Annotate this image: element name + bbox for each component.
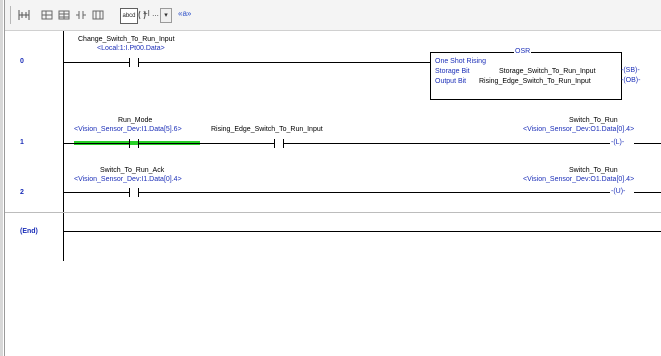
chevron-down-icon[interactable]: ▾ (160, 8, 172, 23)
rung-wire (139, 192, 610, 193)
osr-description: One Shot Rising (435, 58, 486, 65)
rung-wire (634, 192, 661, 193)
xic-contact[interactable] (129, 139, 139, 148)
xic-contact[interactable] (274, 139, 284, 148)
contact-tag[interactable]: Run_Mode (118, 117, 152, 124)
output-bit-label: Output Bit (435, 78, 467, 85)
rung-wire (634, 143, 661, 144)
rung-wire (139, 143, 274, 144)
storage-bit-output: -(SB)- (621, 67, 640, 74)
rung-wire (64, 62, 129, 63)
contact-tag[interactable]: Rising_Edge_Switch_To_Run_Input (211, 126, 323, 133)
contact-tag[interactable]: Switch_To_Run_Ack (100, 167, 164, 174)
end-rung-line (64, 231, 661, 232)
latch-coil[interactable]: -(L)- (611, 139, 624, 146)
toolbar-grip (10, 6, 11, 24)
rung-wire (64, 143, 129, 144)
rung-wire (284, 143, 610, 144)
osr-instruction-box[interactable]: OSR One Shot Rising Storage Bit Storage_… (430, 48, 622, 100)
storage-bit-value[interactable]: Storage_Switch_To_Run_Input (499, 68, 596, 75)
xic-contact[interactable] (129, 58, 139, 67)
coil-tag[interactable]: Switch_To_Run (569, 117, 618, 124)
unlatch-coil[interactable]: -(U)- (611, 188, 625, 195)
rung-wire (64, 192, 129, 193)
branch-icon[interactable] (40, 8, 54, 22)
output-bit-output: -(OB)- (621, 77, 641, 84)
tag-edit-label: abcd (122, 13, 136, 19)
rung-icon[interactable] (17, 8, 31, 22)
coil-tag[interactable]: Switch_To_Run (569, 167, 618, 174)
dropdown-label: +I ... (143, 9, 159, 18)
output-bit-value[interactable]: Rising_Edge_Switch_To_Run_Input (479, 78, 591, 85)
ladder-toolbar: abcd +I ... ▾ «a» (5, 0, 661, 31)
xic-icon[interactable] (74, 8, 88, 22)
coil-address: <Vision_Sensor_Dev:O1.Data[0].4> (523, 126, 635, 133)
rung-separator (5, 212, 661, 213)
xio-icon[interactable] (91, 8, 105, 22)
contact-tag[interactable]: Change_Switch_To_Run_Input (78, 36, 175, 43)
xic-contact[interactable] (129, 188, 139, 197)
rung-wire (139, 62, 430, 63)
branch-level-icon[interactable] (57, 8, 71, 22)
rung-number[interactable]: 0 (20, 58, 24, 65)
left-power-rail (63, 31, 64, 261)
end-rung-label[interactable]: (End) (20, 228, 38, 235)
contact-address: <Vision_Sensor_Dev:I1.Data[5].6> (74, 126, 182, 133)
rung-number[interactable]: 1 (20, 139, 24, 146)
contact-address: <Local:1:I.Pt00.Data> (97, 45, 165, 52)
contact-address: <Vision_Sensor_Dev:I1.Data[0].4> (74, 176, 182, 183)
storage-bit-label: Storage Bit (435, 68, 470, 75)
rung-number[interactable]: 2 (20, 189, 24, 196)
navigate-arrows-button[interactable]: «a» (178, 9, 191, 18)
window-left-border (0, 0, 3, 356)
osr-title: OSR (514, 48, 532, 55)
coil-address: <Vision_Sensor_Dev:O1.Data[0].4> (523, 176, 635, 183)
tag-edit-button[interactable]: abcd (120, 8, 138, 24)
